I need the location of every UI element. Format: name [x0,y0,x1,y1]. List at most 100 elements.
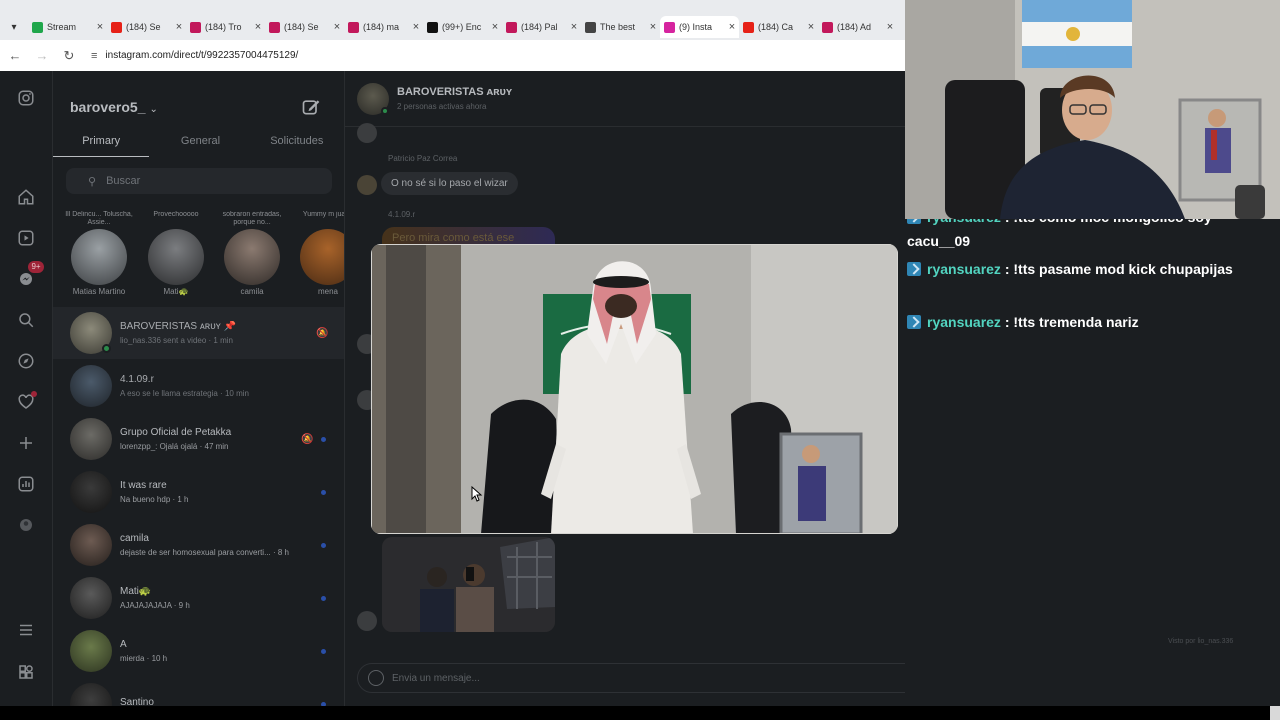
inbox-tab-solicitudes[interactable]: Solicitudes [249,127,344,157]
note-item[interactable]: sobraron entradas, porque no... camila [217,211,287,296]
tab-title: (184) Pal [521,22,558,32]
browser-tab[interactable]: (184) Se × [107,16,186,38]
tab-favicon-icon [506,21,517,33]
conversation-item[interactable]: Amierda · 10 h [53,625,344,677]
chat-username: ryansuarez [927,314,1001,330]
taskbar-edge [0,706,1280,720]
note-item[interactable]: Yummy m juanemena [293,211,344,296]
chat-badge-icon [907,262,921,276]
conversation-item[interactable]: camila dejaste de ser homosexual para con… [53,519,344,571]
conversation-preview: lorenzpp_: Ojalá ojalá · 47 min [120,442,229,451]
conversation-item[interactable]: It was rare Na bueno hdp · 1 h [53,466,344,518]
avatar [224,229,280,285]
home-icon[interactable] [14,185,38,209]
dashboard-icon[interactable] [14,472,38,496]
browser-tab[interactable]: (99+) Enc × [423,16,502,38]
composer-placeholder: Envia un mensaje... [392,672,480,684]
tab-close-icon[interactable]: × [804,21,818,33]
mouse-cursor-icon [471,486,483,502]
browser-tab[interactable]: (184) Ca × [739,16,818,38]
browser-tab[interactable]: (184) ma × [344,16,423,38]
group-avatar[interactable] [357,83,389,115]
thread-header[interactable]: BAROVERISTAS ᴀʀᴜʏ 2 personas activas aho… [345,71,905,127]
account-username: barovero5_ [70,99,146,115]
chevron-down-icon: ⌄ [149,104,158,115]
browser-tab[interactable]: (184) Se × [265,16,344,38]
window-scroll-stub [1270,706,1280,720]
chat-text: : !tts tremenda nariz [1000,314,1139,330]
browser-tab[interactable]: (184) Ad × [818,16,897,38]
tab-close-icon[interactable]: × [172,21,186,33]
conversation-item[interactable]: BAROVERISTAS ᴀʀᴜʏ 📌 lio_nas.336 sent a vi… [53,307,344,359]
browser-tab[interactable]: (9) Insta × [660,16,739,38]
avatar [70,418,112,460]
conversation-preview: dejaste de ser homosexual para converti.… [120,548,289,557]
browser-tab[interactable]: Stream × [28,16,107,38]
unread-dot [321,436,326,442]
conversation-name: Mati🐢 [120,586,152,597]
browser-tab[interactable]: (184) Tro × [186,16,265,38]
tab-close-icon[interactable]: × [488,21,502,33]
also-from-meta-icon[interactable] [14,660,38,684]
conversation-item[interactable]: Mati🐢 AJAJAJAJAJA · 9 h [53,572,344,624]
note-item[interactable]: Provechooooo Mati🐢 [141,211,211,296]
sender-avatar [357,175,377,195]
explore-icon[interactable] [14,349,38,373]
sender-avatar [357,123,377,143]
browser-tab[interactable]: The best × [581,16,660,38]
conversation-item[interactable]: 4.1.09.r A eso se le llama estrategia · 1… [53,360,344,412]
address-bar: ← → ↻ ≡ instagram.com/direct/t/992235700… [0,40,905,71]
conversation-item[interactable]: Santino [53,678,344,706]
unread-dot [321,648,326,654]
tab-close-icon[interactable]: × [409,21,423,33]
conversation-preview: Na bueno hdp · 1 h [120,495,189,504]
notes-row: Ill Delincu... Toluscha, Assie... Matias … [53,211,344,311]
new-message-icon[interactable] [301,97,321,117]
site-info-icon[interactable]: ≡ [91,50,97,62]
note-author: mena [317,287,338,296]
emoji-icon[interactable] [368,670,384,686]
notifications-heart-icon[interactable] [14,390,38,414]
profile-avatar-icon[interactable] [14,513,38,537]
tab-title: (184) ma [363,22,400,32]
account-switcher[interactable]: barovero5_ ⌄ [70,99,158,115]
messenger-icon[interactable]: 9+ [14,261,44,291]
note-author: Matias Martino [72,287,126,296]
avatar [71,229,127,285]
more-menu-icon[interactable] [14,618,38,642]
streamer-webcam [905,0,1280,219]
back-icon[interactable]: ← [3,48,27,63]
reload-icon[interactable]: ↻ [57,48,81,64]
note-item[interactable]: Ill Delincu... Toluscha, Assie... Matias … [64,211,134,296]
reels-icon[interactable] [14,226,38,250]
unread-dot [321,542,326,548]
browser-tab-bar: ▾ Stream × (184) Se × (184) Tro × (184) Se × (18… [0,0,905,44]
conversation-name: camila [120,533,149,544]
search-input[interactable]: ⚲ Buscar [66,168,332,194]
inbox-tab-general[interactable]: General [152,127,248,157]
forward-icon[interactable]: → [30,48,54,63]
muted-bell-icon: 🔕 [301,433,314,445]
search-icon[interactable] [14,308,38,332]
tab-close-icon[interactable]: × [330,21,344,33]
inbox-tab-primary[interactable]: Primary [53,127,150,157]
create-plus-icon[interactable] [14,431,38,455]
url-field[interactable]: ≡ instagram.com/direct/t/992235700447512… [91,50,298,62]
tab-close-icon[interactable]: × [725,21,739,33]
message-bubble[interactable]: O no sé si lo paso el wizar [381,172,518,195]
browser-tab[interactable]: (184) Pal × [502,16,581,38]
tab-favicon-icon [664,21,675,33]
tab-close-icon[interactable]: × [93,21,107,33]
conversation-name: A [120,639,127,650]
tab-title: (184) Se [126,22,161,32]
tab-close-icon[interactable]: × [567,21,581,33]
avatar [70,365,112,407]
shared-video-thumbnail[interactable] [382,537,555,632]
tab-close-icon[interactable]: × [883,21,897,33]
tab-close-icon[interactable]: × [646,21,660,33]
tab-search-icon[interactable]: ▾ [0,22,28,33]
video-player[interactable] [371,244,898,534]
conversation-item[interactable]: Grupo Oficial de Petakka lorenzpp_: Ojalá… [53,413,344,465]
instagram-logo-icon[interactable] [14,86,38,110]
tab-close-icon[interactable]: × [251,21,265,33]
